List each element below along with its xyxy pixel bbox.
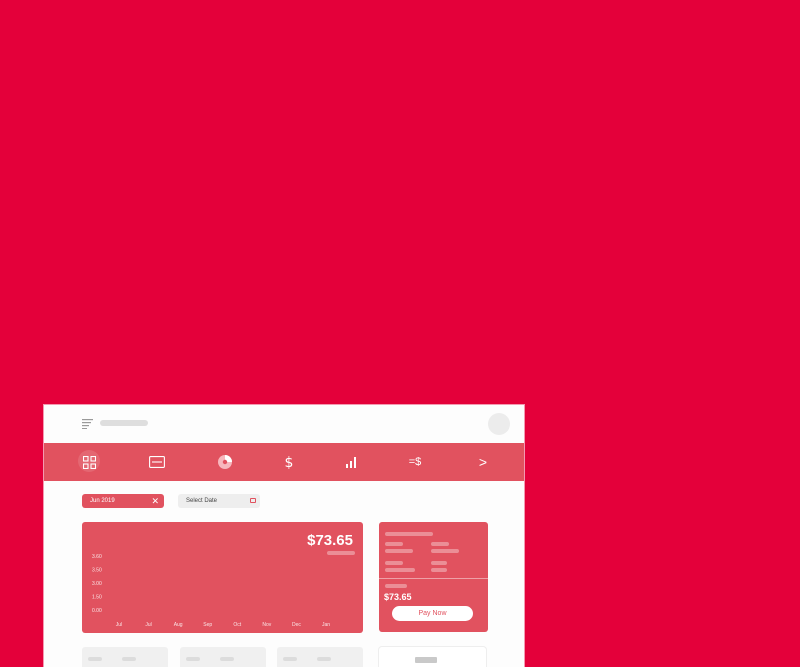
card-value-placeholder [385, 549, 413, 553]
y-tick-label: 3.50 [92, 568, 102, 574]
close-icon[interactable]: ✕ [151, 496, 159, 506]
filter-chip[interactable]: Jun 2019 ✕ [82, 494, 164, 508]
divider [379, 578, 488, 579]
x-tick-label: Dec [292, 622, 301, 628]
logo-card[interactable] [379, 647, 486, 667]
card-label-placeholder [431, 542, 449, 546]
pay-now-button[interactable]: Pay Now [392, 606, 473, 621]
card-label-placeholder [431, 561, 447, 565]
summary-card[interactable] [180, 647, 266, 667]
date-select-label: Select Date [186, 498, 218, 504]
y-tick-label: 0.00 [92, 608, 102, 614]
x-tick-label: Oct [233, 622, 241, 628]
nav-analytics[interactable] [212, 443, 238, 481]
balance-chart-card: $73.65 0.00 1.50 3.00 3.50 3.60 Jul Jul Aug Sep O… [82, 522, 363, 633]
card-icon [149, 456, 165, 468]
nav-exchange[interactable]: =$ [403, 443, 427, 481]
y-tick-label: 3.60 [92, 554, 102, 560]
nav-dashboard[interactable] [76, 443, 102, 481]
bar-chart-icon [346, 457, 356, 468]
card-value-placeholder [385, 568, 415, 572]
summary-card[interactable] [82, 647, 168, 667]
card-title-placeholder [385, 532, 433, 536]
payment-card: $73.65 Pay Now [379, 522, 488, 632]
payment-amount: $73.65 [384, 592, 412, 602]
app-window: $ =$ > Jun 2019 ✕ Select Date $73.65 0.0… [44, 405, 524, 667]
x-tick-label: Nov [262, 622, 271, 628]
filter-chip-label: Jun 2019 [90, 498, 115, 504]
balance-chart: 0.00 1.50 3.00 3.50 3.60 Jul Jul Aug Sep Oct Nov De… [92, 554, 330, 628]
summary-placeholder [186, 657, 200, 661]
app-title-placeholder [100, 420, 148, 426]
main-nav: $ =$ > [44, 443, 524, 481]
x-tick-label: Aug [174, 622, 183, 628]
due-label-placeholder [385, 584, 407, 588]
avatar[interactable] [488, 413, 510, 435]
chevron-right-icon: > [478, 454, 488, 470]
calendar-icon [250, 498, 256, 503]
nav-reports[interactable] [338, 443, 364, 481]
dollar-icon: $ [285, 455, 294, 470]
x-tick-label: Jan [322, 622, 330, 628]
top-bar [44, 405, 524, 443]
summary-card[interactable] [277, 647, 363, 667]
card-value-placeholder [431, 549, 459, 553]
summary-placeholder [220, 657, 234, 661]
nav-cards[interactable] [144, 443, 170, 481]
convert-currency-icon: =$ [408, 456, 422, 468]
summary-placeholder [88, 657, 102, 661]
x-tick-label: Sep [203, 622, 212, 628]
y-tick-label: 3.00 [92, 581, 102, 587]
pie-chart-icon [218, 455, 232, 469]
summary-placeholder [122, 657, 136, 661]
svg-text:$: $ [285, 455, 294, 470]
nav-payments[interactable]: $ [276, 443, 302, 481]
card-label-placeholder [385, 542, 403, 546]
x-tick-label: Jul [116, 622, 122, 628]
summary-placeholder [283, 657, 297, 661]
menu-icon[interactable] [82, 419, 93, 429]
nav-next[interactable]: > [470, 443, 496, 481]
card-label-placeholder [385, 561, 403, 565]
y-tick-label: 1.50 [92, 595, 102, 601]
x-tick-label: Jul [145, 622, 151, 628]
brand-logo [415, 657, 437, 663]
summary-placeholder [317, 657, 331, 661]
grid-icon [82, 455, 96, 469]
card-value-placeholder [431, 568, 447, 572]
date-select[interactable]: Select Date [178, 494, 260, 508]
